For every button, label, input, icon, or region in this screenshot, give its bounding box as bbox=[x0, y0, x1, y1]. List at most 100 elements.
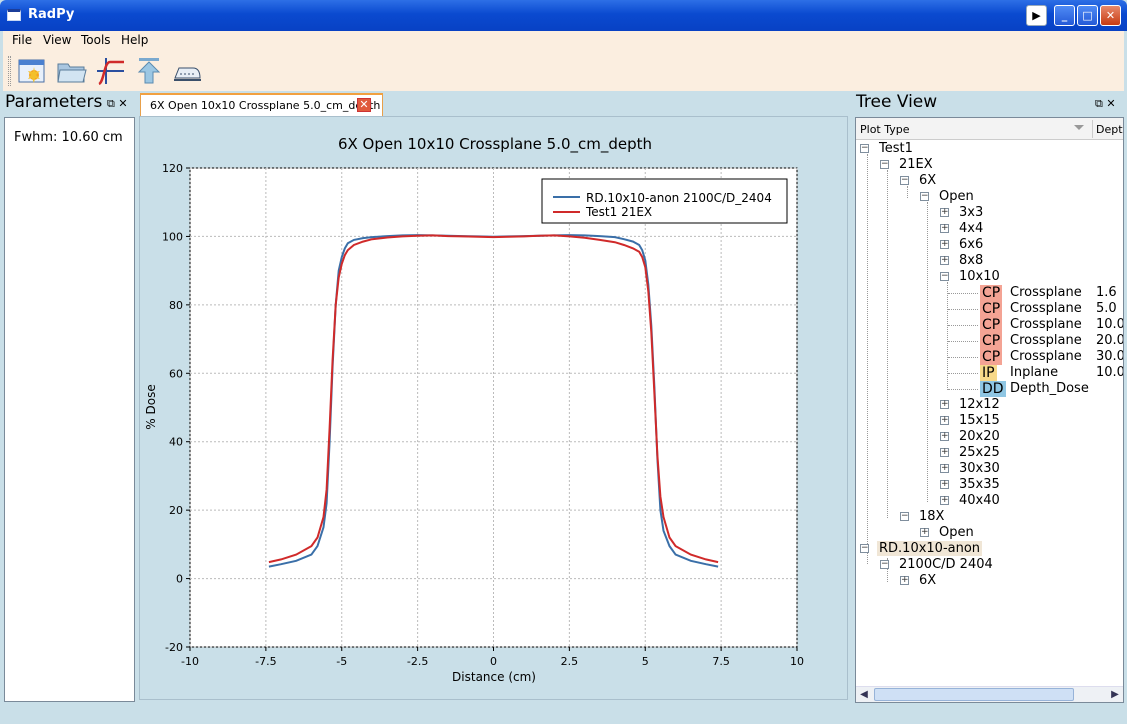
x-tick-label: 10 bbox=[790, 655, 804, 668]
badge-cp: CP bbox=[980, 301, 1003, 317]
tab-plot[interactable]: 6X Open 10x10 Crossplane 5.0_cm_depth ✕ bbox=[140, 93, 383, 116]
tree-header: Plot Type Depth bbox=[856, 118, 1123, 140]
y-tick-label: -20 bbox=[165, 641, 183, 654]
tree-node-18x[interactable]: −18X bbox=[900, 509, 944, 525]
tree-leaf-inplane[interactable]: IP Inplane 10.0 bbox=[980, 365, 1123, 381]
toolbar-grip[interactable] bbox=[8, 56, 11, 86]
tree-node-8x8[interactable]: +8x8 bbox=[940, 253, 983, 269]
fwhm-value: 10.60 cm bbox=[61, 130, 123, 145]
tree-node-rd-anon[interactable]: − RD.10x10-anon bbox=[860, 541, 983, 557]
tab-label: 6X Open 10x10 Crossplane 5.0_cm_depth bbox=[150, 99, 381, 112]
tree-node-3x3[interactable]: +3x3 bbox=[940, 205, 983, 221]
tree-leaf-crossplane-4[interactable]: CP Crossplane 20.0 bbox=[980, 333, 1123, 349]
tree-node-4x4[interactable]: +4x4 bbox=[940, 221, 983, 237]
scroll-left-icon[interactable]: ◀ bbox=[856, 687, 872, 702]
x-axis-label: Distance (cm) bbox=[452, 670, 536, 684]
plot-frame bbox=[189, 167, 798, 648]
tree-leaf-depth-dose[interactable]: DD Depth_Dose bbox=[980, 381, 1089, 397]
tab-close-icon[interactable]: ✕ bbox=[357, 98, 371, 112]
y-tick-label: 20 bbox=[169, 504, 183, 517]
tree-node-21ex[interactable]: −21EX bbox=[880, 157, 933, 173]
tree-node-6x[interactable]: −6X bbox=[900, 173, 936, 189]
close-window-button[interactable]: ✕ bbox=[1100, 5, 1121, 26]
tree-leaf-crossplane-5[interactable]: CP Crossplane 30.0 bbox=[980, 349, 1123, 365]
tree-view: Plot Type Depth −Test1 −21EX −6X −Open +… bbox=[855, 117, 1124, 703]
tree-node-20x20[interactable]: +20x20 bbox=[940, 429, 1000, 445]
tree-node-test1[interactable]: − Test1 bbox=[860, 141, 913, 157]
fwhm-readout: Fwhm: 10.60 cm bbox=[14, 130, 123, 145]
maximize-button[interactable]: □ bbox=[1077, 5, 1098, 26]
legend-entry-2: Test1 21EX bbox=[585, 205, 652, 219]
upload-arrow-icon[interactable] bbox=[134, 56, 164, 86]
badge-dd: DD bbox=[980, 381, 1006, 397]
tree-node-6x-rd[interactable]: +6X bbox=[900, 573, 936, 589]
parameters-dock-buttons: ⧉ ✕ bbox=[107, 97, 128, 111]
x-tick-label: 7.5 bbox=[712, 655, 730, 668]
iron-smooth-icon[interactable] bbox=[171, 56, 201, 86]
badge-cp: CP bbox=[980, 317, 1003, 333]
tree-node-35x35[interactable]: +35x35 bbox=[940, 477, 1000, 493]
x-tick-label: 5 bbox=[642, 655, 649, 668]
sort-arrow-icon[interactable] bbox=[1074, 125, 1084, 130]
x-tick-label: -2.5 bbox=[407, 655, 428, 668]
menu-file[interactable]: File bbox=[12, 33, 32, 47]
tree-leaf-crossplane-3[interactable]: CP Crossplane 10.0 bbox=[980, 317, 1123, 333]
minimize-button[interactable]: _ bbox=[1054, 5, 1075, 26]
app-icon bbox=[7, 9, 21, 21]
menu-view[interactable]: View bbox=[43, 33, 71, 47]
tree-node-40x40[interactable]: +40x40 bbox=[940, 493, 1000, 509]
y-tick-label: 100 bbox=[162, 230, 183, 243]
tree-node-15x15[interactable]: +15x15 bbox=[940, 413, 1000, 429]
new-plot-icon[interactable] bbox=[17, 56, 47, 86]
column-plot-type[interactable]: Plot Type bbox=[860, 123, 910, 136]
legend-entry-1: RD.10x10-anon 2100C/D_2404 bbox=[586, 191, 772, 205]
float-icon[interactable]: ⧉ bbox=[1095, 97, 1103, 110]
badge-cp: CP bbox=[980, 349, 1003, 365]
tree-node-25x25[interactable]: +25x25 bbox=[940, 445, 1000, 461]
toolbar bbox=[3, 50, 1124, 91]
tree-node-6x6[interactable]: +6x6 bbox=[940, 237, 983, 253]
close-icon[interactable]: ✕ bbox=[1106, 97, 1115, 110]
scroll-right-icon[interactable]: ▶ bbox=[1107, 687, 1123, 702]
parameters-panel: Fwhm: 10.60 cm bbox=[4, 117, 135, 702]
close-icon[interactable]: ✕ bbox=[118, 97, 127, 110]
float-icon[interactable]: ⧉ bbox=[107, 97, 115, 110]
legend: RD.10x10-anon 2100C/D_2404 Test1 21EX bbox=[541, 178, 788, 224]
x-tick-label: -7.5 bbox=[255, 655, 276, 668]
scrollbar-thumb[interactable] bbox=[874, 688, 1074, 701]
x-tick-label: -5 bbox=[336, 655, 347, 668]
profile-plot-icon[interactable] bbox=[94, 56, 124, 86]
profile-chart: 6X Open 10x10 Crossplane 5.0_cm_depth -1… bbox=[144, 135, 804, 684]
open-folder-icon[interactable] bbox=[56, 56, 87, 86]
badge-ip: IP bbox=[980, 365, 997, 381]
column-depth[interactable]: Depth bbox=[1096, 123, 1123, 136]
tree-dock-buttons: ⧉ ✕ bbox=[1095, 97, 1116, 111]
x-tick-label: 2.5 bbox=[561, 655, 579, 668]
window-title: RadPy bbox=[28, 7, 75, 22]
y-tick-label: 40 bbox=[169, 436, 183, 449]
tree-node-2100cd[interactable]: −2100C/D 2404 bbox=[880, 557, 993, 573]
play-button[interactable]: ▶ bbox=[1026, 5, 1047, 26]
badge-cp: CP bbox=[980, 333, 1003, 349]
tree-node-open[interactable]: − Open bbox=[920, 189, 974, 205]
tree-node-10x10[interactable]: −10x10 bbox=[940, 269, 1000, 285]
x-tick-label: 0 bbox=[490, 655, 497, 668]
x-tick-label: -10 bbox=[181, 655, 199, 668]
menu-help[interactable]: Help bbox=[121, 33, 148, 47]
horizontal-scrollbar[interactable]: ◀ ▶ bbox=[856, 686, 1123, 702]
status-bar bbox=[3, 703, 1124, 721]
tree-node-12x12[interactable]: +12x12 bbox=[940, 397, 1000, 413]
parameters-title: Parameters bbox=[5, 92, 103, 112]
badge-cp: CP bbox=[980, 285, 1003, 301]
y-tick-label: 0 bbox=[176, 573, 183, 586]
chart-title: 6X Open 10x10 Crossplane 5.0_cm_depth bbox=[338, 135, 652, 154]
y-tick-label: 120 bbox=[162, 162, 183, 175]
tree-leaf-crossplane-2[interactable]: CP Crossplane 5.0 bbox=[980, 301, 1117, 317]
plot-area: 6X Open 10x10 Crossplane 5.0_cm_depth -1… bbox=[139, 116, 848, 700]
tree-view-title: Tree View bbox=[856, 92, 938, 112]
tree-node-30x30[interactable]: +30x30 bbox=[940, 461, 1000, 477]
menu-tools[interactable]: Tools bbox=[81, 33, 111, 47]
tree-leaf-crossplane-1[interactable]: CP Crossplane 1.6 bbox=[980, 285, 1117, 301]
tree-node-open-18x[interactable]: + Open bbox=[920, 525, 974, 541]
y-tick-label: 80 bbox=[169, 299, 183, 312]
